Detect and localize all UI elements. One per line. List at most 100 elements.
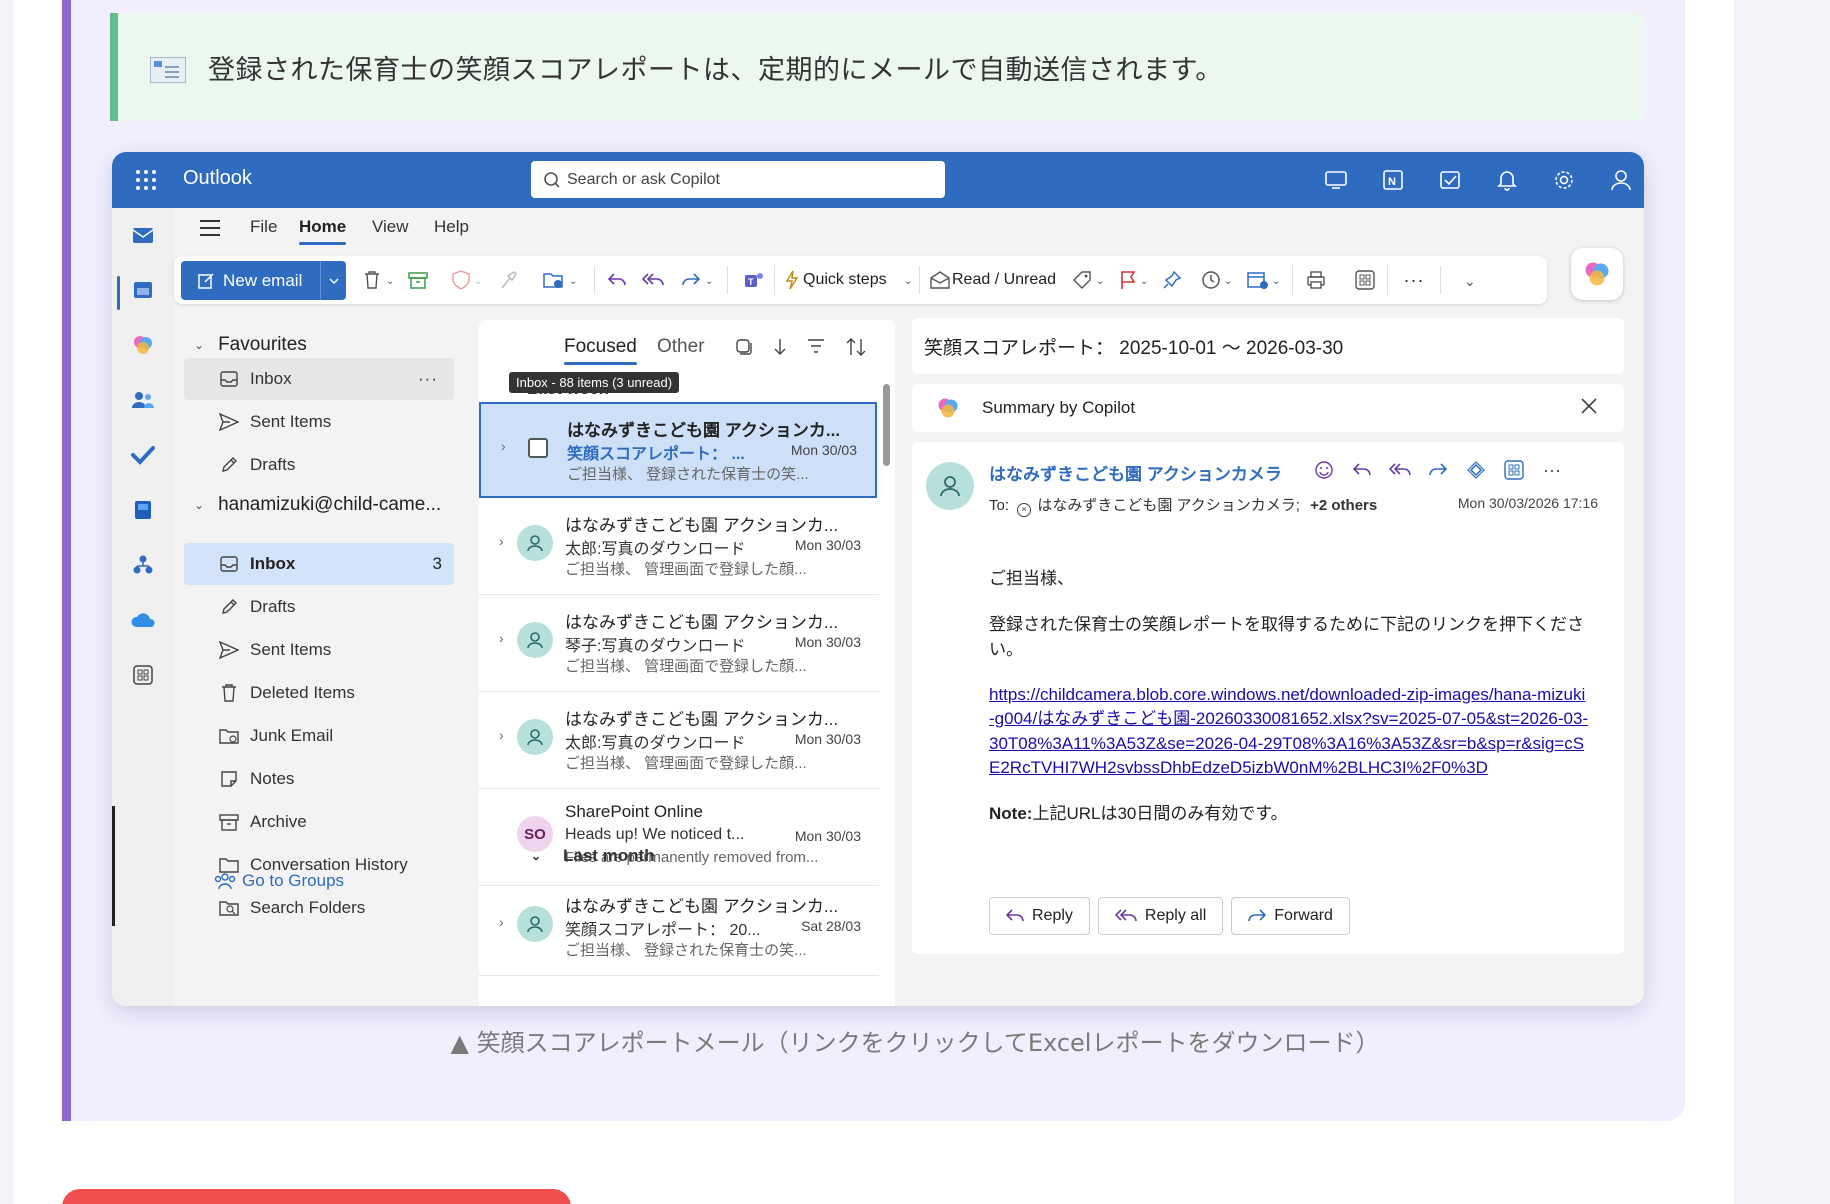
tab-view[interactable]: View [372, 217, 409, 237]
favourites-header[interactable]: ⌄ Favourites [194, 334, 307, 356]
folder-item-drafts[interactable]: Drafts [184, 586, 454, 628]
quick-steps-dropdown-icon[interactable]: ⌄ [904, 276, 912, 287]
more-options-icon[interactable]: ··· [1540, 458, 1564, 482]
read-unread-icon[interactable] [928, 268, 952, 292]
cta-button-edge[interactable] [62, 1189, 571, 1204]
people-app-icon[interactable] [129, 386, 157, 414]
onenote-icon[interactable]: N [1379, 166, 1406, 193]
print-icon[interactable] [1304, 268, 1328, 292]
snooze-dropdown-icon[interactable]: ⌄ [1224, 276, 1232, 287]
favourite-item-sent-items[interactable]: Sent Items [184, 401, 454, 443]
emoji-reaction-icon[interactable] [1312, 458, 1336, 482]
account-icon[interactable] [1607, 166, 1634, 193]
tag-icon[interactable] [1070, 268, 1094, 292]
message-item[interactable]: › はなみずきこども園 アクションカ... 笑顔スコアレポート： ... Mon 30… [479, 402, 877, 498]
reply-button[interactable]: Reply [989, 897, 1090, 935]
pin-icon[interactable] [1160, 268, 1184, 292]
flag-icon[interactable] [1116, 268, 1140, 292]
read-unread-label[interactable]: Read / Unread [952, 271, 1056, 289]
expand-thread-icon[interactable]: › [499, 533, 504, 549]
tab-file[interactable]: File [250, 217, 277, 237]
copilot-summary-bar[interactable]: Summary by Copilot [912, 384, 1624, 432]
more-options-icon[interactable]: ··· [418, 369, 438, 389]
folder-item-deleted-items[interactable]: Deleted Items [184, 672, 454, 714]
expand-thread-icon[interactable]: › [499, 630, 504, 646]
apps-icon[interactable] [1353, 268, 1377, 292]
sort-icon[interactable] [845, 337, 867, 362]
expand-thread-icon[interactable]: › [499, 914, 504, 930]
select-mode-icon[interactable] [735, 338, 753, 361]
apps-icon[interactable] [1502, 458, 1526, 482]
todo-app-icon[interactable] [129, 441, 157, 469]
download-link[interactable]: https://childcamera.blob.core.windows.ne… [989, 683, 1589, 782]
loop-icon[interactable] [1464, 458, 1488, 482]
bookings-app-icon[interactable] [129, 496, 157, 524]
calendar-app-icon[interactable] [129, 276, 157, 304]
new-email-button[interactable]: New email [181, 261, 346, 300]
expand-thread-icon[interactable]: › [499, 727, 504, 743]
move-to-icon[interactable] [542, 268, 566, 292]
filter-icon[interactable] [807, 338, 825, 359]
tab-help[interactable]: Help [434, 217, 469, 237]
org-explorer-icon[interactable] [129, 551, 157, 579]
search-input[interactable]: Search or ask Copilot [531, 161, 945, 198]
reply-icon[interactable] [1350, 458, 1374, 482]
tab-other[interactable]: Other [657, 336, 705, 358]
tab-focused[interactable]: Focused [564, 336, 637, 365]
reply-icon[interactable] [605, 268, 629, 292]
recipient-name[interactable]: はなみずきこども園 アクションカメラ; [1037, 497, 1300, 514]
folder-item-notes[interactable]: Notes [184, 758, 454, 800]
bell-icon[interactable] [1493, 166, 1520, 193]
tab-home[interactable]: Home [299, 217, 347, 245]
sender-name[interactable]: はなみずきこども園 アクションカメラ [989, 460, 1282, 485]
app-launcher-icon[interactable] [136, 170, 156, 190]
copilot-app-icon[interactable] [129, 331, 157, 359]
forward-icon[interactable] [1426, 458, 1450, 482]
report-icon[interactable] [449, 268, 473, 292]
reply-all-button[interactable]: Reply all [1097, 897, 1224, 935]
settings-gear-icon[interactable] [1550, 166, 1577, 193]
favourite-item-inbox[interactable]: Inbox ··· [184, 358, 454, 400]
move-dropdown-icon[interactable]: ⌄ [569, 276, 577, 287]
folder-item-search-folders[interactable]: Search Folders [184, 887, 454, 929]
new-email-dropdown-icon[interactable] [320, 261, 346, 300]
tag-dropdown-icon[interactable]: ⌄ [1096, 276, 1104, 287]
forward-button[interactable]: Forward [1231, 897, 1350, 935]
more-options-icon[interactable]: ··· [1402, 268, 1426, 292]
flag-dropdown-icon[interactable]: ⌄ [1140, 276, 1148, 287]
forward-icon[interactable] [679, 268, 703, 292]
ribbon-expand-icon[interactable]: ⌄ [1464, 273, 1476, 290]
jump-to-icon[interactable] [773, 337, 787, 362]
sweep-icon[interactable] [496, 268, 520, 292]
delete-icon[interactable] [360, 268, 384, 292]
folder-item-junk-email[interactable]: Junk Email [184, 715, 454, 757]
onedrive-app-icon[interactable] [129, 606, 157, 634]
archive-icon[interactable] [406, 268, 430, 292]
hamburger-menu-icon[interactable] [200, 220, 220, 241]
mail-app-icon[interactable] [129, 221, 157, 249]
quick-steps-icon[interactable] [780, 268, 804, 292]
scrollbar[interactable] [883, 384, 890, 466]
reply-all-icon[interactable] [1388, 458, 1412, 482]
folder-item-archive[interactable]: Archive [184, 801, 454, 843]
meet-now-icon[interactable] [1322, 166, 1349, 193]
rules-icon[interactable] [1246, 268, 1270, 292]
account-header[interactable]: ⌄ hanamizuki@child-came... [194, 494, 441, 516]
message-item[interactable]: › はなみずきこども園 アクションカ... 琴子:写真のダウンロード Mon 30/0… [479, 596, 879, 692]
forward-dropdown-icon[interactable]: ⌄ [705, 276, 713, 287]
message-item[interactable]: › はなみずきこども園 アクションカ... 笑顔スコアレポート： 20... Sat … [479, 880, 879, 976]
teams-icon[interactable]: T [742, 268, 766, 292]
todo-icon[interactable] [1436, 166, 1463, 193]
quick-steps-label[interactable]: Quick steps [803, 271, 887, 289]
report-dropdown-icon[interactable]: ⌄ [474, 276, 482, 287]
more-recipients[interactable]: +2 others [1310, 497, 1377, 514]
favourite-item-drafts[interactable]: Drafts [184, 444, 454, 486]
expand-thread-icon[interactable]: › [501, 438, 506, 454]
close-icon[interactable] [1580, 397, 1598, 420]
go-to-groups-link[interactable]: Go to Groups [214, 871, 344, 891]
more-apps-icon[interactable] [129, 661, 157, 689]
select-checkbox[interactable] [528, 438, 548, 458]
copilot-button[interactable] [1571, 248, 1623, 300]
folder-item-sent-items[interactable]: Sent Items [184, 629, 454, 671]
reply-all-icon[interactable] [641, 268, 665, 292]
